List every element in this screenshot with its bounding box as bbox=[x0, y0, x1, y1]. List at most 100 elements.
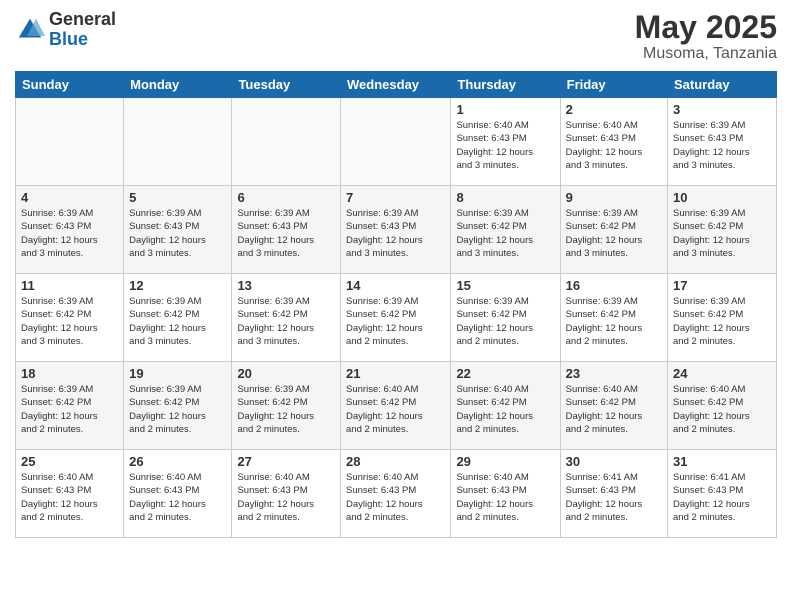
day-info: Sunrise: 6:40 AM Sunset: 6:42 PM Dayligh… bbox=[566, 383, 662, 436]
logo-icon bbox=[15, 15, 45, 45]
day-info: Sunrise: 6:40 AM Sunset: 6:43 PM Dayligh… bbox=[456, 471, 554, 524]
day-number: 2 bbox=[566, 102, 662, 117]
day-info: Sunrise: 6:39 AM Sunset: 6:43 PM Dayligh… bbox=[129, 207, 226, 260]
day-number: 23 bbox=[566, 366, 662, 381]
day-info: Sunrise: 6:39 AM Sunset: 6:42 PM Dayligh… bbox=[673, 295, 771, 348]
day-info: Sunrise: 6:40 AM Sunset: 6:42 PM Dayligh… bbox=[673, 383, 771, 436]
day-info: Sunrise: 6:41 AM Sunset: 6:43 PM Dayligh… bbox=[673, 471, 771, 524]
day-info: Sunrise: 6:39 AM Sunset: 6:42 PM Dayligh… bbox=[456, 207, 554, 260]
calendar-cell: 8 Sunrise: 6:39 AM Sunset: 6:42 PM Daylig… bbox=[451, 186, 560, 274]
day-info: Sunrise: 6:40 AM Sunset: 6:42 PM Dayligh… bbox=[346, 383, 445, 436]
day-number: 4 bbox=[21, 190, 118, 205]
col-saturday: Saturday bbox=[668, 72, 777, 98]
calendar-cell: 4 Sunrise: 6:39 AM Sunset: 6:43 PM Daylig… bbox=[16, 186, 124, 274]
logo: General Blue bbox=[15, 10, 116, 50]
day-number: 19 bbox=[129, 366, 226, 381]
col-thursday: Thursday bbox=[451, 72, 560, 98]
day-info: Sunrise: 6:39 AM Sunset: 6:42 PM Dayligh… bbox=[456, 295, 554, 348]
day-info: Sunrise: 6:40 AM Sunset: 6:43 PM Dayligh… bbox=[237, 471, 335, 524]
calendar-week-1: 4 Sunrise: 6:39 AM Sunset: 6:43 PM Daylig… bbox=[16, 186, 777, 274]
day-number: 8 bbox=[456, 190, 554, 205]
calendar-cell: 15Sunrise: 6:39 AM Sunset: 6:42 PM Dayli… bbox=[451, 274, 560, 362]
calendar-header-row: Sunday Monday Tuesday Wednesday Thursday… bbox=[16, 72, 777, 98]
col-wednesday: Wednesday bbox=[341, 72, 451, 98]
location: Musoma, Tanzania bbox=[635, 45, 777, 63]
day-info: Sunrise: 6:40 AM Sunset: 6:43 PM Dayligh… bbox=[129, 471, 226, 524]
calendar-cell: 2 Sunrise: 6:40 AM Sunset: 6:43 PM Daylig… bbox=[560, 98, 667, 186]
calendar-cell: 24 Sunrise: 6:40 AM Sunset: 6:42 PM Dayli… bbox=[668, 362, 777, 450]
day-info: Sunrise: 6:40 AM Sunset: 6:43 PM Dayligh… bbox=[21, 471, 118, 524]
col-sunday: Sunday bbox=[16, 72, 124, 98]
calendar-cell: 18 Sunrise: 6:39 AM Sunset: 6:42 PM Dayli… bbox=[16, 362, 124, 450]
day-info: Sunrise: 6:39 AM Sunset: 6:43 PM Dayligh… bbox=[673, 119, 771, 172]
logo-blue: Blue bbox=[49, 30, 116, 50]
calendar-cell: 12Sunrise: 6:39 AM Sunset: 6:42 PM Dayli… bbox=[124, 274, 232, 362]
day-number: 30 bbox=[566, 454, 662, 469]
calendar-cell: 17Sunrise: 6:39 AM Sunset: 6:42 PM Dayli… bbox=[668, 274, 777, 362]
day-number: 3 bbox=[673, 102, 771, 117]
day-info: Sunrise: 6:40 AM Sunset: 6:43 PM Dayligh… bbox=[346, 471, 445, 524]
day-number: 29 bbox=[456, 454, 554, 469]
day-number: 18 bbox=[21, 366, 118, 381]
day-info: Sunrise: 6:39 AM Sunset: 6:42 PM Dayligh… bbox=[237, 383, 335, 436]
day-info: Sunrise: 6:40 AM Sunset: 6:42 PM Dayligh… bbox=[456, 383, 554, 436]
day-number: 5 bbox=[129, 190, 226, 205]
calendar-cell: 31 Sunrise: 6:41 AM Sunset: 6:43 PM Dayli… bbox=[668, 450, 777, 538]
col-tuesday: Tuesday bbox=[232, 72, 341, 98]
calendar-cell: 10 Sunrise: 6:39 AM Sunset: 6:42 PM Dayli… bbox=[668, 186, 777, 274]
month-title: May 2025 bbox=[635, 10, 777, 45]
day-number: 28 bbox=[346, 454, 445, 469]
calendar-cell: 30 Sunrise: 6:41 AM Sunset: 6:43 PM Dayli… bbox=[560, 450, 667, 538]
day-number: 20 bbox=[237, 366, 335, 381]
day-number: 13 bbox=[237, 278, 335, 293]
col-friday: Friday bbox=[560, 72, 667, 98]
day-number: 25 bbox=[21, 454, 118, 469]
calendar-week-3: 18 Sunrise: 6:39 AM Sunset: 6:42 PM Dayli… bbox=[16, 362, 777, 450]
day-info: Sunrise: 6:41 AM Sunset: 6:43 PM Dayligh… bbox=[566, 471, 662, 524]
col-monday: Monday bbox=[124, 72, 232, 98]
calendar-cell: 5 Sunrise: 6:39 AM Sunset: 6:43 PM Daylig… bbox=[124, 186, 232, 274]
title-area: May 2025 Musoma, Tanzania bbox=[635, 10, 777, 63]
day-number: 27 bbox=[237, 454, 335, 469]
calendar-cell: 23 Sunrise: 6:40 AM Sunset: 6:42 PM Dayli… bbox=[560, 362, 667, 450]
day-number: 26 bbox=[129, 454, 226, 469]
calendar-cell: 27 Sunrise: 6:40 AM Sunset: 6:43 PM Dayli… bbox=[232, 450, 341, 538]
day-info: Sunrise: 6:40 AM Sunset: 6:43 PM Dayligh… bbox=[456, 119, 554, 172]
day-info: Sunrise: 6:39 AM Sunset: 6:42 PM Dayligh… bbox=[21, 383, 118, 436]
calendar-cell bbox=[124, 98, 232, 186]
calendar-cell bbox=[341, 98, 451, 186]
logo-general: General bbox=[49, 10, 116, 30]
day-info: Sunrise: 6:39 AM Sunset: 6:43 PM Dayligh… bbox=[21, 207, 118, 260]
calendar-cell bbox=[16, 98, 124, 186]
day-info: Sunrise: 6:39 AM Sunset: 6:42 PM Dayligh… bbox=[673, 207, 771, 260]
calendar-cell: 19 Sunrise: 6:39 AM Sunset: 6:42 PM Dayli… bbox=[124, 362, 232, 450]
calendar-cell: 6 Sunrise: 6:39 AM Sunset: 6:43 PM Daylig… bbox=[232, 186, 341, 274]
day-number: 12 bbox=[129, 278, 226, 293]
day-number: 24 bbox=[673, 366, 771, 381]
day-number: 9 bbox=[566, 190, 662, 205]
calendar-week-2: 11Sunrise: 6:39 AM Sunset: 6:42 PM Dayli… bbox=[16, 274, 777, 362]
calendar-cell: 21Sunrise: 6:40 AM Sunset: 6:42 PM Dayli… bbox=[341, 362, 451, 450]
calendar-cell: 20 Sunrise: 6:39 AM Sunset: 6:42 PM Dayli… bbox=[232, 362, 341, 450]
day-info: Sunrise: 6:39 AM Sunset: 6:43 PM Dayligh… bbox=[346, 207, 445, 260]
day-info: Sunrise: 6:40 AM Sunset: 6:43 PM Dayligh… bbox=[566, 119, 662, 172]
calendar-cell: 14Sunrise: 6:39 AM Sunset: 6:42 PM Dayli… bbox=[341, 274, 451, 362]
calendar-cell: 13Sunrise: 6:39 AM Sunset: 6:42 PM Dayli… bbox=[232, 274, 341, 362]
day-number: 14 bbox=[346, 278, 445, 293]
calendar-cell: 9 Sunrise: 6:39 AM Sunset: 6:42 PM Daylig… bbox=[560, 186, 667, 274]
day-number: 10 bbox=[673, 190, 771, 205]
calendar-cell: 7 Sunrise: 6:39 AM Sunset: 6:43 PM Daylig… bbox=[341, 186, 451, 274]
day-info: Sunrise: 6:39 AM Sunset: 6:42 PM Dayligh… bbox=[129, 383, 226, 436]
day-number: 31 bbox=[673, 454, 771, 469]
day-number: 1 bbox=[456, 102, 554, 117]
day-number: 7 bbox=[346, 190, 445, 205]
calendar-cell: 3 Sunrise: 6:39 AM Sunset: 6:43 PM Daylig… bbox=[668, 98, 777, 186]
calendar-cell: 16Sunrise: 6:39 AM Sunset: 6:42 PM Dayli… bbox=[560, 274, 667, 362]
page-container: General Blue May 2025 Musoma, Tanzania S… bbox=[0, 0, 792, 612]
day-number: 6 bbox=[237, 190, 335, 205]
calendar-cell: 25 Sunrise: 6:40 AM Sunset: 6:43 PM Dayli… bbox=[16, 450, 124, 538]
day-info: Sunrise: 6:39 AM Sunset: 6:43 PM Dayligh… bbox=[237, 207, 335, 260]
calendar-cell: 28 Sunrise: 6:40 AM Sunset: 6:43 PM Dayli… bbox=[341, 450, 451, 538]
calendar-week-4: 25 Sunrise: 6:40 AM Sunset: 6:43 PM Dayli… bbox=[16, 450, 777, 538]
day-info: Sunrise: 6:39 AM Sunset: 6:42 PM Dayligh… bbox=[566, 207, 662, 260]
